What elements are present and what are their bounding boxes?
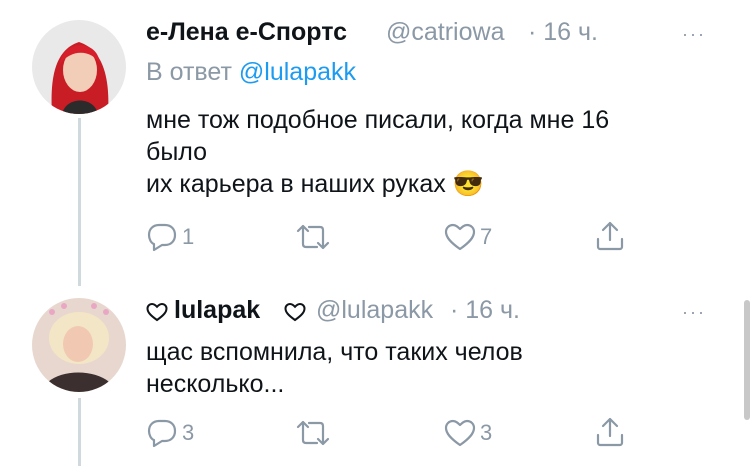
heart-icon bbox=[444, 223, 476, 251]
more-options-icon[interactable]: ··· bbox=[682, 24, 706, 45]
retweet-button[interactable] bbox=[296, 222, 334, 252]
reply-button[interactable]: 1 bbox=[146, 222, 194, 252]
tweet-line: несколько... bbox=[146, 370, 285, 398]
scrollbar[interactable] bbox=[744, 300, 750, 420]
retweet-icon bbox=[296, 420, 330, 446]
display-name[interactable]: е-Лена е-Спортс bbox=[146, 18, 347, 47]
display-name[interactable]: lulapak bbox=[174, 296, 260, 325]
share-icon bbox=[596, 221, 624, 251]
like-count: 3 bbox=[480, 420, 493, 445]
heart-outline-icon bbox=[146, 302, 168, 327]
reply-context: В ответ @lulapakk bbox=[146, 58, 356, 87]
tweet-line: было bbox=[146, 138, 208, 166]
timestamp[interactable]: · 16 ч. bbox=[450, 296, 520, 325]
more-options-icon[interactable]: ··· bbox=[682, 302, 706, 323]
reply-icon bbox=[147, 419, 177, 448]
handle[interactable]: @lulapakk bbox=[316, 296, 433, 325]
tweet-text: мне тож подобное писали, когда мне 16 бы… bbox=[146, 104, 609, 200]
share-button[interactable] bbox=[594, 416, 626, 448]
avatar[interactable] bbox=[32, 20, 126, 114]
reply-button[interactable]: 3 bbox=[146, 418, 194, 448]
like-count: 7 bbox=[480, 224, 493, 249]
tweet-line: их карьера в наших руках 😎 bbox=[146, 170, 484, 198]
share-button[interactable] bbox=[594, 220, 626, 252]
share-icon bbox=[596, 417, 624, 447]
timestamp[interactable]: · 16 ч. bbox=[528, 18, 598, 47]
thread-line bbox=[78, 118, 81, 286]
tweet-line: мне тож подобное писали, когда мне 16 bbox=[146, 106, 610, 134]
retweet-button[interactable] bbox=[296, 418, 334, 448]
reply-count: 3 bbox=[182, 420, 195, 445]
heart-icon bbox=[444, 419, 476, 447]
thread-line bbox=[78, 398, 81, 466]
reply-count: 1 bbox=[182, 224, 195, 249]
heart-outline-icon bbox=[284, 302, 306, 327]
like-button[interactable]: 7 bbox=[444, 222, 492, 252]
reply-icon bbox=[147, 223, 177, 252]
avatar[interactable] bbox=[32, 298, 126, 392]
sunglasses-emoji: 😎 bbox=[452, 170, 484, 198]
retweet-icon bbox=[296, 224, 330, 250]
reply-to-link[interactable]: @lulapakk bbox=[239, 58, 356, 86]
like-button[interactable]: 3 bbox=[444, 418, 492, 448]
tweet-line: щас вспомнила, что таких челов bbox=[146, 338, 523, 366]
handle[interactable]: @catriowa bbox=[386, 18, 504, 47]
reply-prefix: В ответ bbox=[146, 58, 232, 86]
tweet-text: щас вспомнила, что таких челов несколько… bbox=[146, 336, 523, 400]
